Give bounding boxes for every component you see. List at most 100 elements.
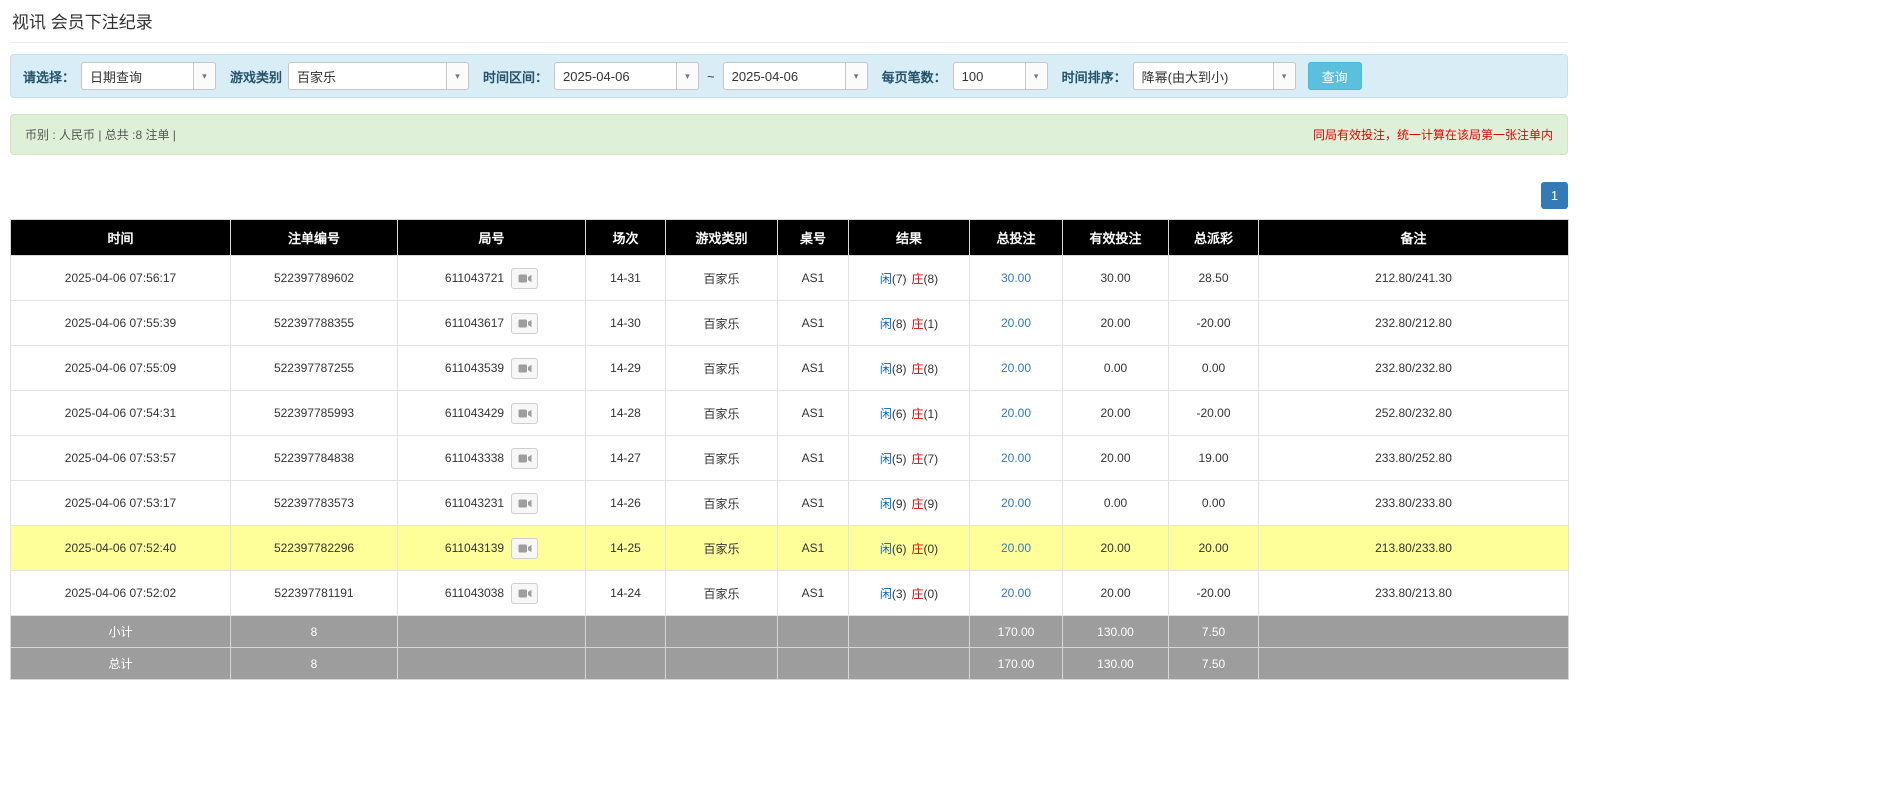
date-to-input[interactable] [722,62,845,90]
video-camera-icon [518,589,532,597]
cell-note: 233.80/213.80 [1258,570,1569,616]
page: 视讯 会员下注纪录 请选择： ▾ 游戏类别 ▾ 时间区间： ▾ ~ ▾ 每页笔数… [10,0,1569,680]
sort-dropdown-button[interactable]: ▾ [1272,62,1296,90]
cell-table-no: AS1 [777,525,849,571]
sort-input[interactable] [1132,62,1273,90]
total-bet-link[interactable]: 20.00 [1001,496,1031,510]
cell-valid-bet: 20.00 [1062,300,1169,346]
time-range-label: 时间区间： [483,69,549,85]
cell-valid-bet: 20.00 [1062,390,1169,436]
column-header: 注单编号 [230,219,398,256]
total-bet-link[interactable]: 20.00 [1001,451,1031,465]
chevron-down-icon: ▾ [455,70,460,81]
cell-note: 233.80/233.80 [1258,480,1569,526]
query-type-input[interactable] [81,62,194,90]
cell-time: 2025-04-06 07:53:57 [10,435,231,481]
summary-label: 小计 [10,615,231,648]
round-id-text: 611043721 [444,271,505,285]
summary-payout: 7.50 [1168,615,1259,648]
summary-empty-cell [777,647,849,680]
cell-result: 闲(6) 庄(1) [848,390,970,436]
video-camera-icon [518,544,532,552]
result-banker-label: 庄 [911,541,924,556]
table-row: 2025-04-06 07:52:40 522397782296 6110431… [10,525,1569,571]
video-replay-button[interactable] [511,312,539,334]
total-bet-link[interactable]: 20.00 [1001,541,1031,555]
cell-payout: -20.00 [1168,390,1259,436]
result-player-label: 闲 [879,496,892,511]
cell-payout: 28.50 [1168,255,1259,301]
sort-combo: ▾ [1132,62,1296,90]
column-header: 总投注 [969,219,1063,256]
cell-round-id: 611043539 [397,345,586,391]
table-footer: 小计 8 170.00 130.00 7.50 总计 8 170.00 130.… [10,615,1569,680]
page-size-input[interactable] [952,62,1025,90]
cell-game-type: 百家乐 [665,345,778,391]
result-player-label: 闲 [879,451,892,466]
select-label: 请选择： [23,69,76,85]
result-banker-label: 庄 [911,406,924,421]
cell-total-bet: 20.00 [969,480,1063,526]
summary-empty-cell [585,647,666,680]
query-type-dropdown-button[interactable]: ▾ [193,62,217,90]
summary-empty-cell [1258,647,1569,680]
cell-result: 闲(8) 庄(8) [848,345,970,391]
query-type-combo: ▾ [81,62,217,90]
result-banker-score: (7) [923,451,939,466]
summary-empty-cell [665,615,778,648]
page-size-dropdown-button[interactable]: ▾ [1024,62,1048,90]
result-player-score: (8) [891,316,907,331]
video-replay-button[interactable] [511,402,539,424]
summary-empty-cell [848,615,970,648]
total-bet-link[interactable]: 20.00 [1001,406,1031,420]
result-player-score: (7) [891,271,907,286]
cell-session: 14-24 [585,570,666,616]
video-replay-button[interactable] [511,492,539,514]
game-type-dropdown-button[interactable]: ▾ [446,62,470,90]
game-type-input[interactable] [288,62,447,90]
game-type-label: 游戏类别 [230,69,283,85]
video-replay-button[interactable] [511,447,539,469]
pagination-page-1[interactable]: 1 [1541,182,1568,209]
cell-bet-id: 522397781191 [230,570,398,616]
result-banker-score: (0) [923,541,939,556]
video-replay-button[interactable] [511,582,539,604]
cell-bet-id: 522397782296 [230,525,398,571]
total-bet-link[interactable]: 20.00 [1001,586,1031,600]
cell-note: 213.80/233.80 [1258,525,1569,571]
page-header: 视讯 会员下注纪录 [10,0,1568,43]
table-body: 2025-04-06 07:56:17 522397789602 6110437… [10,255,1569,616]
result-player-score: (6) [891,541,907,556]
cell-payout: 19.00 [1168,435,1259,481]
total-bet-link[interactable]: 20.00 [1001,316,1031,330]
summary-empty-cell [397,615,586,648]
date-to-dropdown-button[interactable]: ▾ [844,62,868,90]
summary-empty-cell [1258,615,1569,648]
table-row: 2025-04-06 07:52:02 522397781191 6110430… [10,570,1569,616]
cell-result: 闲(7) 庄(8) [848,255,970,301]
cell-table-no: AS1 [777,345,849,391]
cell-result: 闲(6) 庄(0) [848,525,970,571]
summary-bar: 币别 : 人民币 | 总共 :8 注单 | 同局有效投注，统一计算在该局第一张注… [10,114,1568,155]
cell-total-bet: 20.00 [969,390,1063,436]
cell-payout: 0.00 [1168,480,1259,526]
video-replay-button[interactable] [511,267,539,289]
date-from-dropdown-button[interactable]: ▾ [676,62,700,90]
cell-time: 2025-04-06 07:55:09 [10,345,231,391]
cell-bet-id: 522397785993 [230,390,398,436]
cell-session: 14-27 [585,435,666,481]
cell-total-bet: 30.00 [969,255,1063,301]
result-player-score: (6) [891,406,907,421]
result-banker-label: 庄 [911,586,924,601]
video-replay-button[interactable] [511,537,539,559]
video-replay-button[interactable] [511,357,539,379]
total-bet-link[interactable]: 20.00 [1001,361,1031,375]
cell-valid-bet: 20.00 [1062,570,1169,616]
summary-total-bet: 170.00 [969,647,1063,680]
cell-round-id: 611043038 [397,570,586,616]
search-button[interactable]: 查询 [1307,62,1362,90]
date-from-input[interactable] [554,62,677,90]
total-bet-link[interactable]: 30.00 [1001,271,1031,285]
summary-payout: 7.50 [1168,647,1259,680]
cell-game-type: 百家乐 [665,570,778,616]
